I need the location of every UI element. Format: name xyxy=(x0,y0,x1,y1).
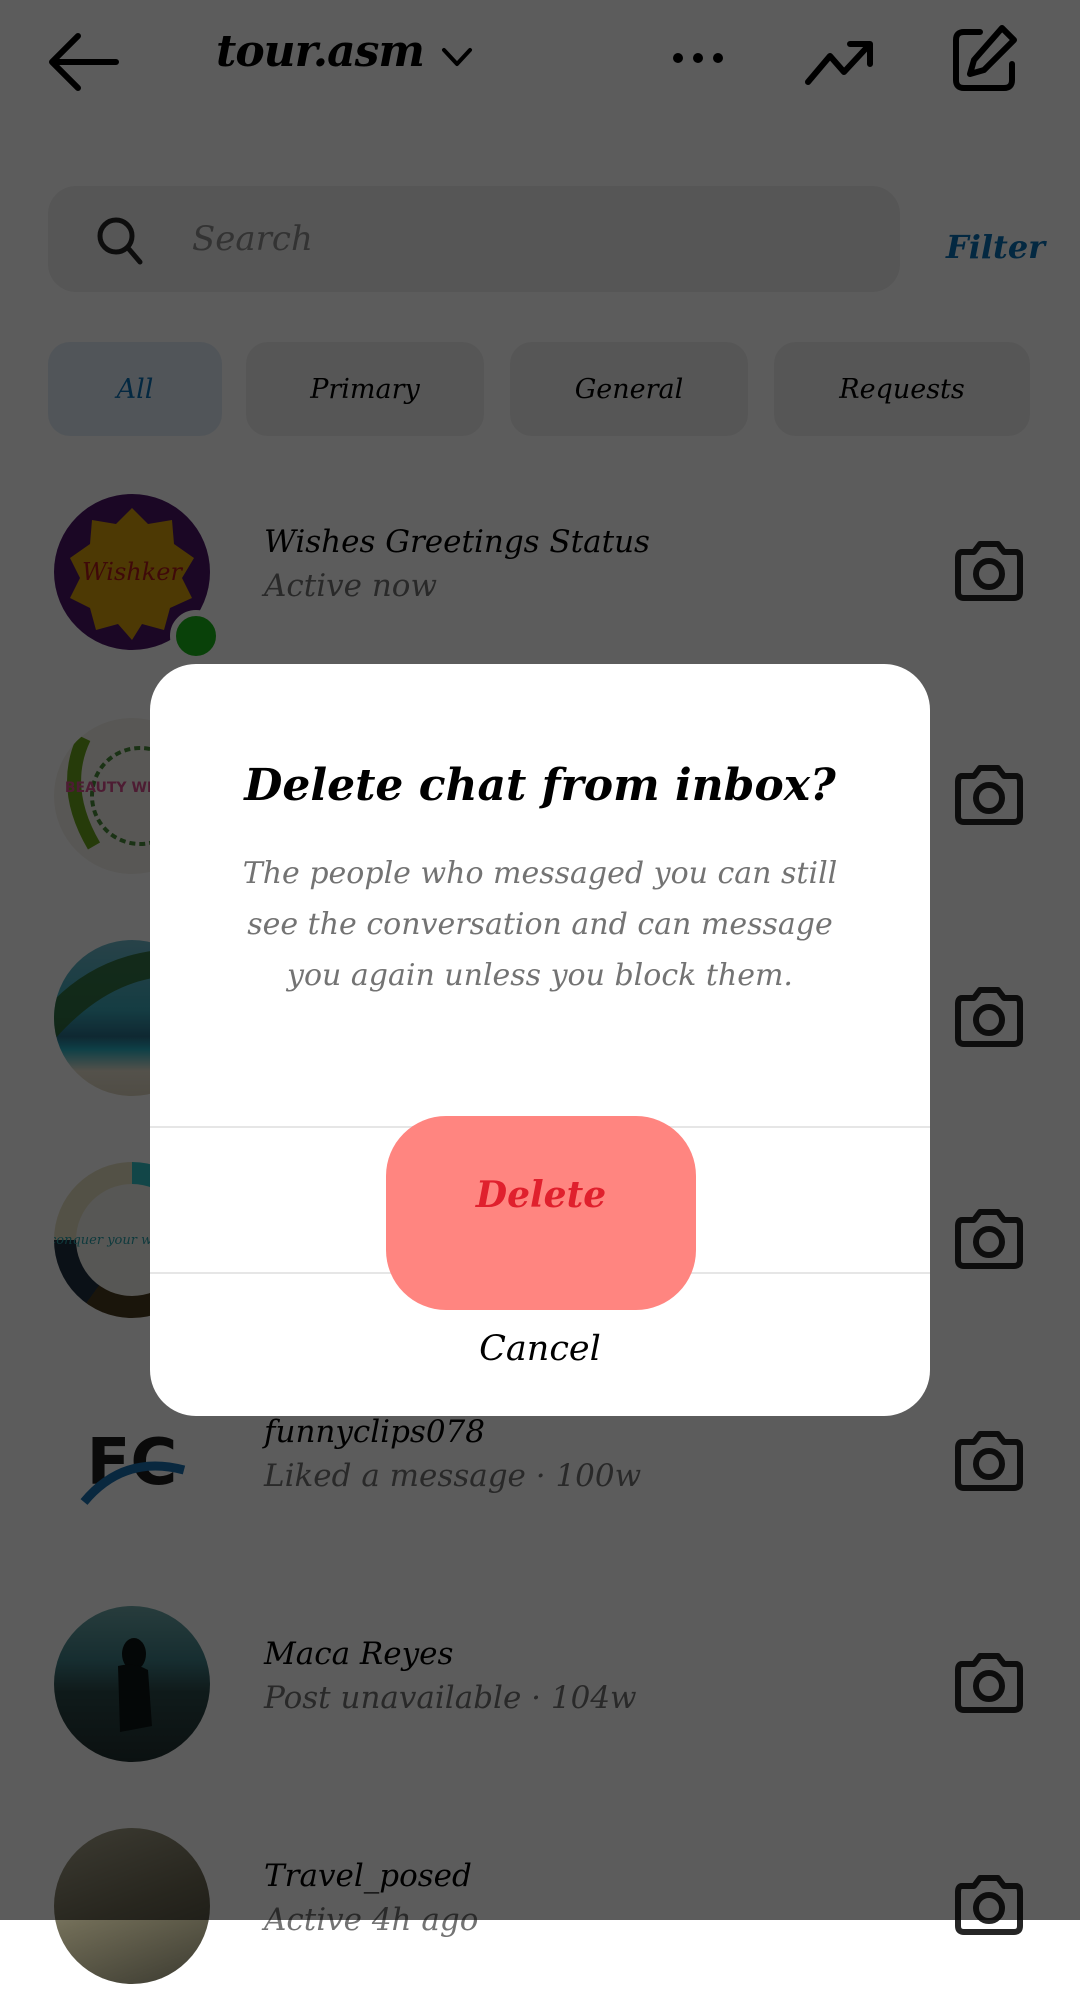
cancel-button[interactable]: Cancel xyxy=(150,1314,930,1384)
dialog-message: The people who messaged you can still se… xyxy=(242,856,838,993)
inbox-screen: tour.asm Filter All Primary General Requ… xyxy=(0,0,1080,1984)
delete-chat-dialog: Delete chat from inbox? The people who m… xyxy=(150,664,930,1416)
dialog-title: Delete chat from inbox? xyxy=(244,760,836,811)
delete-button[interactable]: Delete xyxy=(386,1116,696,1310)
